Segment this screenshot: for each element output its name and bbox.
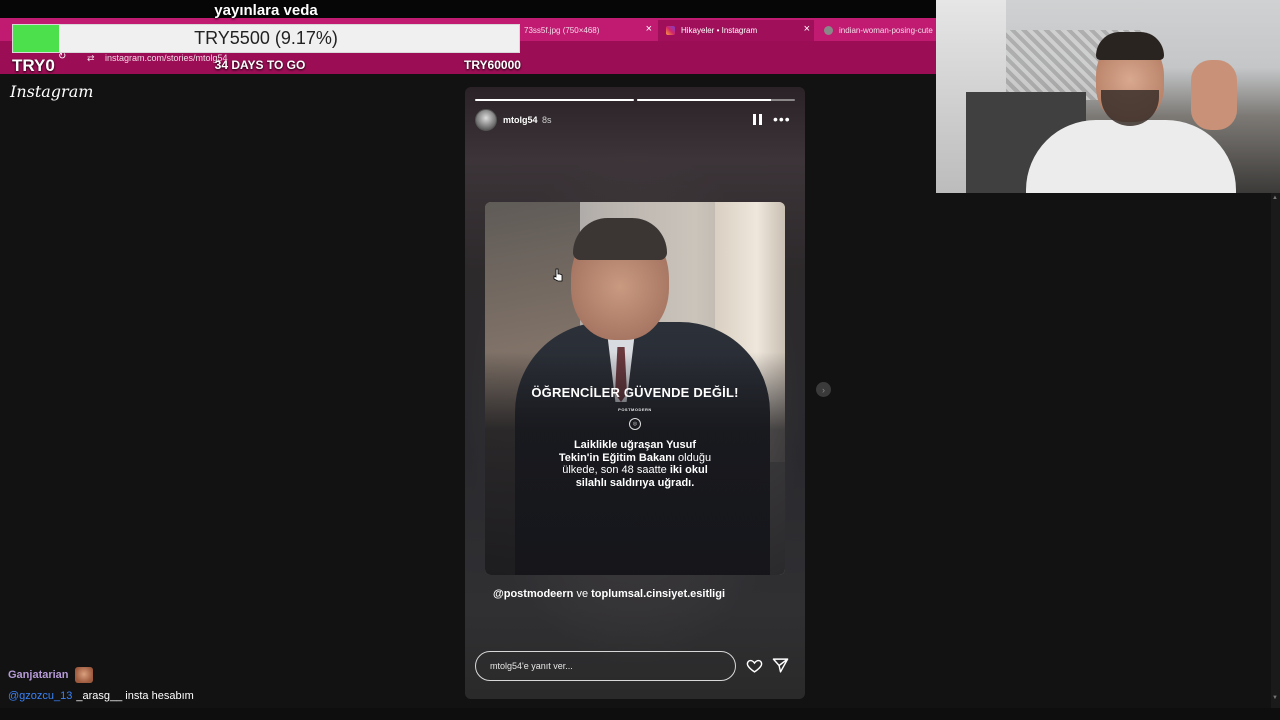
chat-username: Ganjatarian [8, 669, 69, 681]
story-progress-segment [475, 99, 634, 101]
story-progress-segment [636, 99, 795, 101]
scroll-up-icon[interactable]: ▲ [1272, 195, 1278, 201]
story-progress-bars [475, 99, 795, 101]
avatar[interactable] [475, 109, 497, 131]
chat-message: Ganjatarian [8, 667, 93, 683]
days-remaining-label: 34 DAYS TO GO [214, 58, 306, 72]
instagram-logo[interactable]: Instagram [10, 82, 93, 101]
mouse-cursor-icon [553, 268, 563, 282]
bottom-strip [0, 708, 1280, 720]
story-viewer[interactable]: mtolg54 8s ••• ÖĞRENCİLER GÜVENDE DEĞİL!… [465, 87, 805, 699]
story-username[interactable]: mtolg54 [503, 115, 538, 125]
post-line-bold: Tekin'in Eğitim Bakanı [558, 451, 675, 464]
story-timestamp: 8s [542, 115, 552, 125]
post-headline: ÖĞRENCİLER GÜVENDE DEĞİL! [531, 385, 739, 400]
tab-instagram-stories[interactable]: Hikayeler • Instagram × [658, 20, 814, 41]
mention-joiner: ve [573, 588, 592, 600]
post-body-text: Laiklikle uğraşan Yusuf Tekin'in Eğitim … [525, 439, 745, 489]
chat-username: @gzozcu_13 [8, 690, 73, 702]
streamer-shirt [1026, 120, 1236, 193]
screen: 73ss5f.jpg (750×468) × Hikayeler • Insta… [0, 0, 1280, 720]
post-line: Laiklikle uğraşan Yusuf [573, 439, 697, 451]
reply-input[interactable]: mtolg54'e yanıt ver... [475, 651, 736, 681]
post-line: olduğu [675, 451, 712, 464]
tab-label: Hikayeler • Instagram [681, 26, 758, 35]
streamer-hand [1191, 60, 1237, 130]
webcam-feed [936, 0, 1280, 193]
chat-text: _arasg__ insta hesabım [76, 690, 194, 702]
progress-text: TRY5500 (9.17%) [194, 28, 338, 48]
tab-image[interactable]: 73ss5f.jpg (750×468) × [516, 20, 656, 41]
scrollbar[interactable] [1271, 193, 1280, 708]
emote-icon [74, 667, 93, 683]
goal-title: yayınlara veda [214, 2, 318, 19]
post-line-bold: iki okul [669, 464, 708, 476]
chat-message: @gzozcu_13 _arasg__ insta hesabım [8, 690, 194, 702]
streamer-hair [1096, 32, 1164, 60]
post-line: silahlı saldırıya uğradı. [575, 476, 695, 489]
globe-icon [824, 26, 833, 35]
story-post-image: ÖĞRENCİLER GÜVENDE DEĞİL! POSTMODERN ◎ L… [485, 202, 785, 575]
heart-icon[interactable] [746, 657, 763, 674]
close-icon[interactable]: × [646, 23, 652, 35]
mention-link[interactable]: @postmodeern [493, 588, 573, 600]
person-hair [573, 218, 667, 260]
tab-indian-woman[interactable]: indian-woman-posing-cute [816, 20, 936, 41]
instagram-favicon-icon [666, 26, 675, 35]
mention-link[interactable]: toplumsal.cinsiyet.esitligi [591, 588, 725, 600]
tab-label: indian-woman-posing-cute [839, 26, 933, 35]
close-icon[interactable]: × [804, 23, 810, 35]
donation-progress-bar: TRY5500 (9.17%) [12, 24, 520, 53]
post-brand: POSTMODERN [618, 407, 652, 412]
scroll-down-icon[interactable]: ▼ [1272, 695, 1278, 701]
reply-placeholder: mtolg54'e yanıt ver... [490, 661, 573, 671]
post-line: ülkede, son 48 saatte [562, 464, 670, 476]
goal-target-label: TRY60000 [464, 58, 521, 72]
send-icon[interactable] [772, 657, 789, 674]
more-options-icon[interactable]: ••• [773, 111, 791, 127]
pause-icon[interactable] [753, 114, 762, 125]
story-mentions: @postmodeern ve toplumsal.cinsiyet.esitl… [493, 588, 725, 600]
tab-label: 73ss5f.jpg (750×468) [524, 26, 600, 35]
next-story-arrow-icon[interactable]: › [816, 382, 831, 397]
brand-logo-icon: ◎ [629, 418, 641, 430]
